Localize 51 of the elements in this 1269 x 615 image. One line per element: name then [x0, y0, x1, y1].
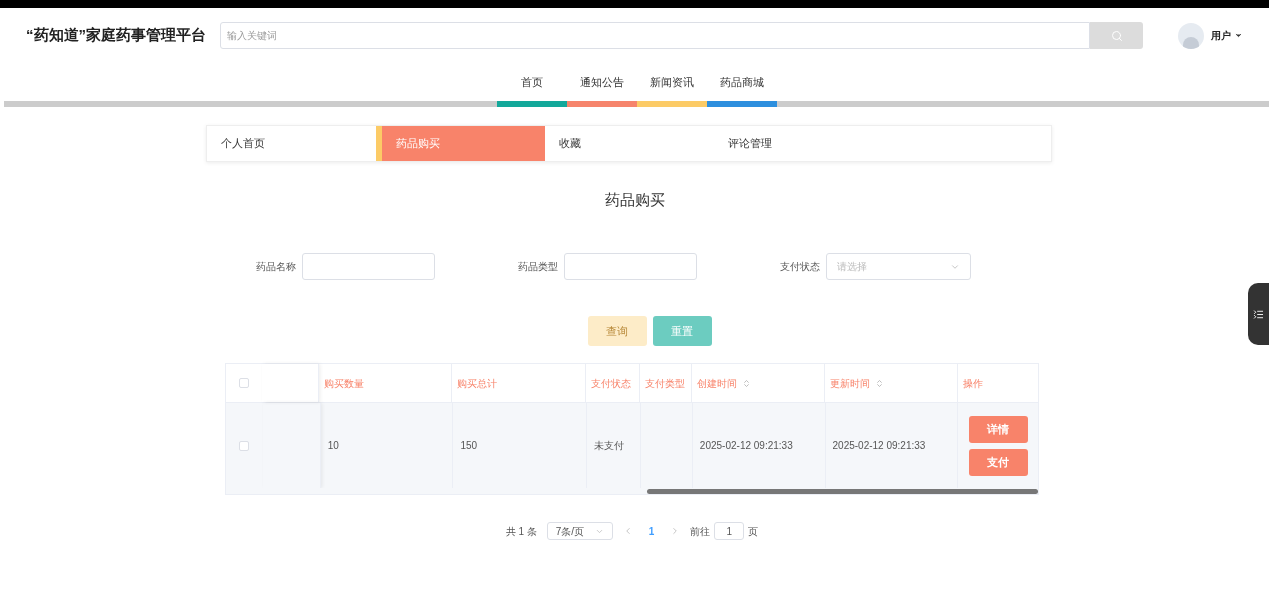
table-cell-text: 2025-02-12 09:21:33 [832, 439, 926, 453]
column-header[interactable]: 操作 [957, 364, 1038, 402]
search-icon [1110, 29, 1123, 42]
nav-link[interactable]: 首页 [520, 63, 543, 101]
input-field[interactable] [564, 253, 697, 280]
site-title: “药知道”家庭药事管理平台 [26, 25, 206, 46]
sub-tab[interactable]: 个人首页 [207, 126, 376, 161]
column-header[interactable]: 支付状态 [585, 364, 639, 402]
column-header[interactable]: 更新时间 [824, 364, 957, 402]
page-input[interactable]: 1 [714, 522, 745, 540]
page-title: 药品购买 [603, 190, 666, 210]
sub-tab[interactable]: 评论管理 [714, 126, 883, 161]
sort-icon [875, 378, 884, 388]
caret-icon [1234, 31, 1243, 40]
side-drawer-handle[interactable] [1248, 283, 1269, 345]
row-action-button[interactable]: 详情 [968, 415, 1028, 443]
table-cell-text: 2025-02-12 09:21:33 [699, 439, 793, 453]
column-header[interactable]: 购买数量 [318, 364, 451, 402]
column-header[interactable]: 创建时间 [691, 364, 824, 402]
total-count: 共 1 条 [505, 524, 537, 539]
table-cell-text: 未支付 [594, 439, 625, 453]
sub-tab[interactable]: 收藏 [545, 126, 714, 161]
page-number[interactable]: 1 [642, 523, 661, 539]
checkbox[interactable] [239, 378, 250, 388]
row-action-button[interactable]: 支付 [968, 448, 1028, 476]
column-header[interactable]: 支付类型 [639, 364, 691, 402]
search-field[interactable]: 输入关键词 [220, 22, 1091, 49]
nav-link[interactable]: 新闻资讯 [649, 63, 694, 101]
goto-label: 前往 [690, 524, 711, 539]
table-cell-text: 150 [460, 439, 478, 453]
nav-link[interactable]: 通知公告 [579, 63, 624, 101]
checkbox[interactable] [239, 440, 250, 451]
user-menu[interactable]: 用户 [1211, 28, 1243, 43]
scrollbar[interactable] [647, 489, 1038, 494]
action-button[interactable]: 重置 [652, 316, 712, 346]
filter-label: 药品名称 [256, 260, 297, 274]
nav-link[interactable]: 药品商城 [719, 63, 764, 101]
avatar[interactable] [1178, 22, 1205, 49]
action-button[interactable]: 查询 [587, 316, 647, 346]
filter-label: 支付状态 [780, 260, 821, 274]
input-field[interactable] [302, 253, 435, 280]
table-cell-text: 10 [327, 439, 339, 453]
sub-tab[interactable]: 药品购买 [376, 126, 545, 161]
filter-label: 药品类型 [518, 260, 559, 274]
page-suffix: 页 [748, 524, 759, 539]
page-size-select[interactable]: 7条/页 [546, 522, 613, 540]
sort-icon [742, 378, 751, 388]
column-header[interactable]: 购买总计 [451, 364, 585, 402]
search-button[interactable] [1090, 22, 1144, 49]
select-field[interactable]: 请选择 [826, 253, 971, 280]
list-icon [1253, 308, 1264, 320]
